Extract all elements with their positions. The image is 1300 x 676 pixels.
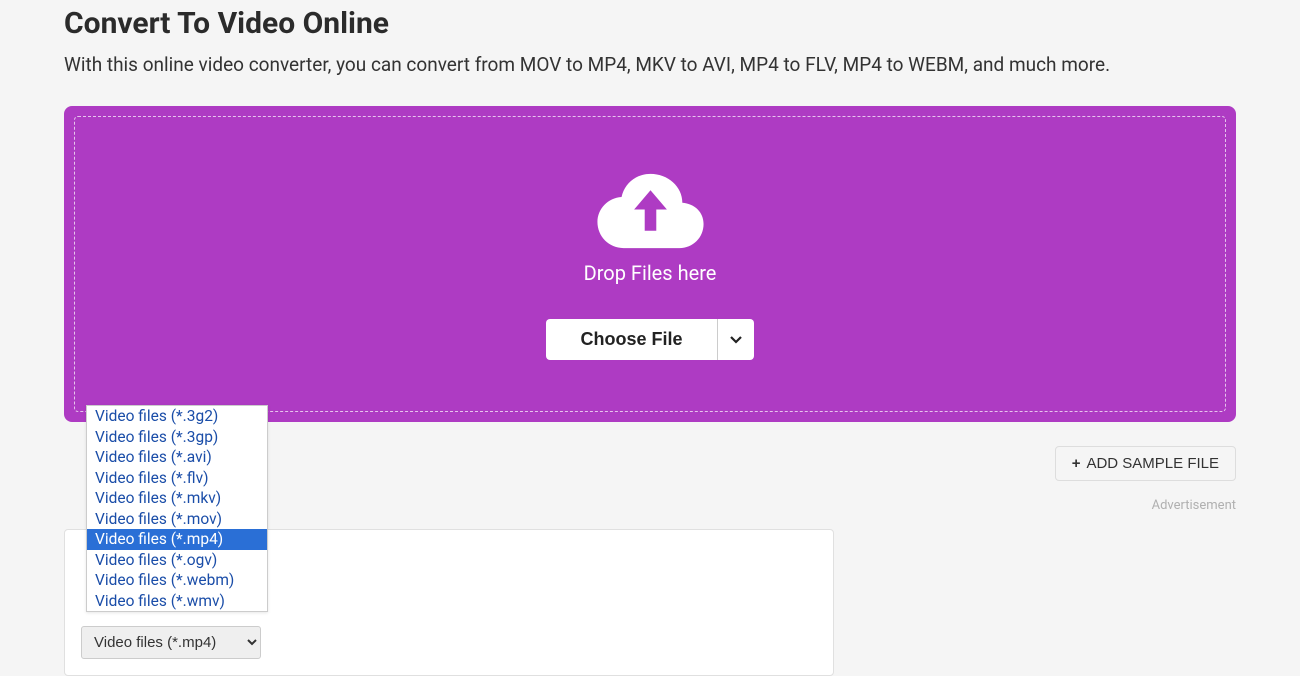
dropzone-inner: Drop Files here Choose File [74,116,1226,412]
choose-file-dropdown-button[interactable] [717,319,754,360]
plus-icon: + [1072,455,1081,472]
format-option[interactable]: Video files (*.mp4) [87,529,267,550]
choose-file-group: Choose File [546,319,753,360]
page-subtitle: With this online video converter, you ca… [64,53,1236,76]
page-title: Convert To Video Online [64,6,1236,41]
drop-files-text: Drop Files here [584,261,717,285]
choose-file-button[interactable]: Choose File [546,319,716,360]
file-dropzone[interactable]: Drop Files here Choose File [64,106,1236,422]
format-option[interactable]: Video files (*.flv) [87,468,267,489]
format-option[interactable]: Video files (*.avi) [87,447,267,468]
chevron-down-icon [728,331,744,347]
format-option[interactable]: Video files (*.mov) [87,509,267,530]
format-option[interactable]: Video files (*.3gp) [87,427,267,448]
format-option[interactable]: Video files (*.3g2) [87,406,267,427]
add-sample-label: ADD SAMPLE FILE [1086,455,1219,472]
format-option[interactable]: Video files (*.webm) [87,570,267,591]
format-option[interactable]: Video files (*.wmv) [87,591,267,612]
add-sample-file-button[interactable]: + ADD SAMPLE FILE [1055,446,1236,481]
format-option[interactable]: Video files (*.mkv) [87,488,267,509]
format-select[interactable]: Video files (*.3g2)Video files (*.3gp)Vi… [81,626,261,659]
cloud-upload-icon [597,169,704,251]
format-option[interactable]: Video files (*.ogv) [87,550,267,571]
format-options-listbox[interactable]: Video files (*.3g2)Video files (*.3gp)Vi… [86,405,268,612]
